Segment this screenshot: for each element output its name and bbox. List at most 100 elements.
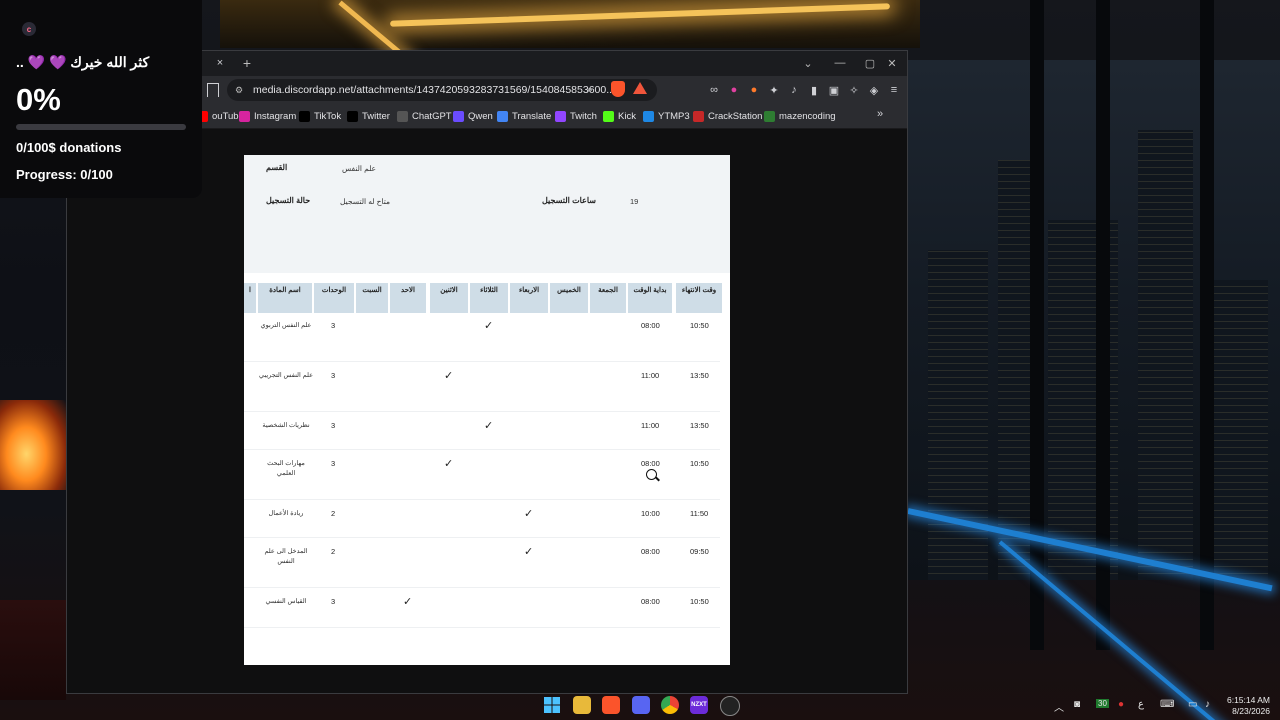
bookmark-qwen[interactable]: Qwen bbox=[453, 107, 493, 125]
bookmark-tiktok[interactable]: TikTok bbox=[299, 107, 341, 125]
language-indicator[interactable]: ع bbox=[1138, 699, 1144, 710]
course-units: 3 bbox=[331, 421, 336, 430]
discord-tray-icon[interactable]: ◙ bbox=[1074, 699, 1080, 710]
file-explorer-icon[interactable] bbox=[573, 696, 591, 714]
close-window-button[interactable]: ✕ bbox=[877, 54, 907, 72]
column-header: الاثنين bbox=[430, 283, 468, 313]
end-time: 09:50 bbox=[690, 547, 709, 556]
hours-label: ساعات التسجيل bbox=[542, 196, 596, 205]
day-check-icon: ✓ bbox=[484, 420, 494, 432]
extensions-puzzle-icon[interactable]: ✦ bbox=[767, 83, 781, 97]
course-units: 3 bbox=[331, 321, 336, 330]
bookmark-label: Instagram bbox=[254, 110, 297, 122]
new-tab-button[interactable]: + bbox=[237, 53, 257, 73]
bookmarks-overflow-icon[interactable]: » bbox=[877, 108, 883, 120]
brave-rewards-icon[interactable] bbox=[633, 82, 647, 94]
mic-tray-icon[interactable]: ● bbox=[1118, 699, 1124, 710]
end-time: 10:50 bbox=[690, 321, 709, 330]
bookmark-icon[interactable] bbox=[207, 83, 219, 97]
temp-tray[interactable]: 30 bbox=[1096, 699, 1109, 708]
window-frame bbox=[1030, 0, 1044, 650]
start-time: 08:00 bbox=[641, 459, 660, 468]
leo-ai-icon[interactable]: ✧ bbox=[847, 83, 861, 97]
end-time: 10:50 bbox=[690, 597, 709, 606]
start-time: 10:00 bbox=[641, 509, 660, 518]
row-divider bbox=[244, 537, 720, 538]
brave-icon[interactable] bbox=[602, 696, 620, 714]
column-header: ا bbox=[244, 283, 256, 313]
bookmark-mazencoding[interactable]: mazencoding bbox=[764, 107, 836, 125]
windows-start-icon[interactable] bbox=[543, 696, 561, 714]
obs-icon[interactable] bbox=[720, 696, 740, 716]
bookmark-outube[interactable]: ouTube bbox=[197, 107, 244, 125]
start-time: 08:00 bbox=[641, 321, 660, 330]
mazencoding-icon bbox=[764, 110, 775, 122]
chrome-icon[interactable] bbox=[661, 696, 679, 714]
bookmark-kick[interactable]: Kick bbox=[603, 107, 636, 125]
discord-icon[interactable] bbox=[632, 696, 650, 714]
extension-icon[interactable]: ● bbox=[747, 83, 761, 97]
status-value: متاح له التسجيل bbox=[340, 197, 390, 206]
end-time: 11:50 bbox=[690, 509, 709, 518]
city-skyline bbox=[908, 60, 1280, 580]
building bbox=[1138, 130, 1193, 580]
course-name: القياس النفسي bbox=[265, 598, 307, 605]
bookmark-ytmp3[interactable]: YTMP3 bbox=[643, 107, 690, 125]
donation-message: .. 💜 💜 كثر الله خيرك bbox=[16, 54, 150, 70]
schedule-table-header: وقت الانتهاء بداية الوقت الجمعة الخميس الارب… bbox=[244, 277, 730, 313]
page-viewport: القسم علم النفس حالة التسجيل متاح له الت… bbox=[67, 129, 907, 693]
zoom-icon[interactable]: ⌕ bbox=[583, 83, 597, 97]
volume-icon[interactable]: ♪ bbox=[1205, 699, 1210, 710]
bookmark-instagram[interactable]: Instagram bbox=[239, 107, 296, 125]
sidebar-icon[interactable]: ▮ bbox=[807, 83, 821, 97]
bookmark-translate[interactable]: Translate bbox=[497, 107, 551, 125]
course-units: 3 bbox=[331, 597, 336, 606]
network-icon[interactable]: ▭ bbox=[1188, 699, 1197, 710]
bookmark-twitter[interactable]: Twitter bbox=[347, 107, 390, 125]
row-divider bbox=[244, 499, 720, 500]
row-divider bbox=[244, 449, 720, 450]
wallet-icon[interactable]: ▣ bbox=[827, 83, 841, 97]
qwen-icon bbox=[453, 110, 464, 122]
menu-icon[interactable]: ≡ bbox=[887, 83, 901, 97]
schedule-image[interactable]: القسم علم النفس حالة التسجيل متاح له الت… bbox=[244, 155, 730, 665]
chatgpt-icon bbox=[397, 110, 408, 122]
bookmark-label: mazencoding bbox=[779, 110, 836, 122]
media-icon[interactable]: ♪ bbox=[787, 83, 801, 97]
bookmark-twitch[interactable]: Twitch bbox=[555, 107, 597, 125]
taskbar: NZXT ︿ ◙ 30 ● ع ⌨ ▭ ♪ 6:15:14 AM 8/23/20… bbox=[0, 692, 1280, 720]
window-frame bbox=[1200, 0, 1214, 650]
day-check-icon: ✓ bbox=[484, 320, 494, 332]
bookmark-crackstation[interactable]: CrackStation bbox=[693, 107, 762, 125]
vpn-shield-icon[interactable]: ◈ bbox=[867, 83, 881, 97]
tab-close-button[interactable]: × bbox=[207, 53, 233, 73]
day-check-icon: ✓ bbox=[444, 370, 454, 382]
clock-time: 6:15:14 AM bbox=[1226, 695, 1270, 705]
nzxt-icon[interactable]: NZXT bbox=[690, 696, 708, 714]
brave-shields-icon[interactable] bbox=[611, 81, 625, 97]
tray-overflow-icon[interactable]: ︿ bbox=[1054, 699, 1064, 714]
extension-icon[interactable]: ● bbox=[727, 83, 741, 97]
vpn-icon[interactable]: ∞ bbox=[707, 83, 721, 97]
column-header: الخميس bbox=[550, 283, 588, 313]
donation-progress-text: Progress: 0/100 bbox=[16, 167, 113, 182]
status-label: حالة التسجيل bbox=[266, 196, 311, 205]
day-check-icon: ✓ bbox=[444, 458, 454, 470]
tab-search-icon[interactable]: ⌄ bbox=[793, 54, 823, 72]
kick-icon bbox=[603, 110, 614, 122]
donation-amount: 0/100$ donations bbox=[16, 140, 122, 155]
minimize-button[interactable]: — bbox=[825, 54, 855, 72]
clock[interactable]: 6:15:14 AM 8/23/2026 bbox=[1222, 695, 1270, 717]
row-divider bbox=[244, 627, 720, 628]
column-header: وقت الانتهاء bbox=[676, 283, 722, 313]
keyboard-icon[interactable]: ⌨ bbox=[1160, 699, 1174, 710]
site-info-icon[interactable]: ⚙ bbox=[235, 85, 245, 95]
donation-progress-bar bbox=[16, 124, 186, 130]
x-icon bbox=[347, 110, 358, 122]
bookmark-label: Qwen bbox=[468, 110, 493, 122]
donation-percent: 0% bbox=[16, 82, 61, 117]
clock-date: 8/23/2026 bbox=[1232, 706, 1270, 716]
start-time: 11:00 bbox=[641, 421, 660, 430]
bookmark-chatgpt[interactable]: ChatGPT bbox=[397, 107, 452, 125]
twitch-icon bbox=[555, 110, 566, 122]
